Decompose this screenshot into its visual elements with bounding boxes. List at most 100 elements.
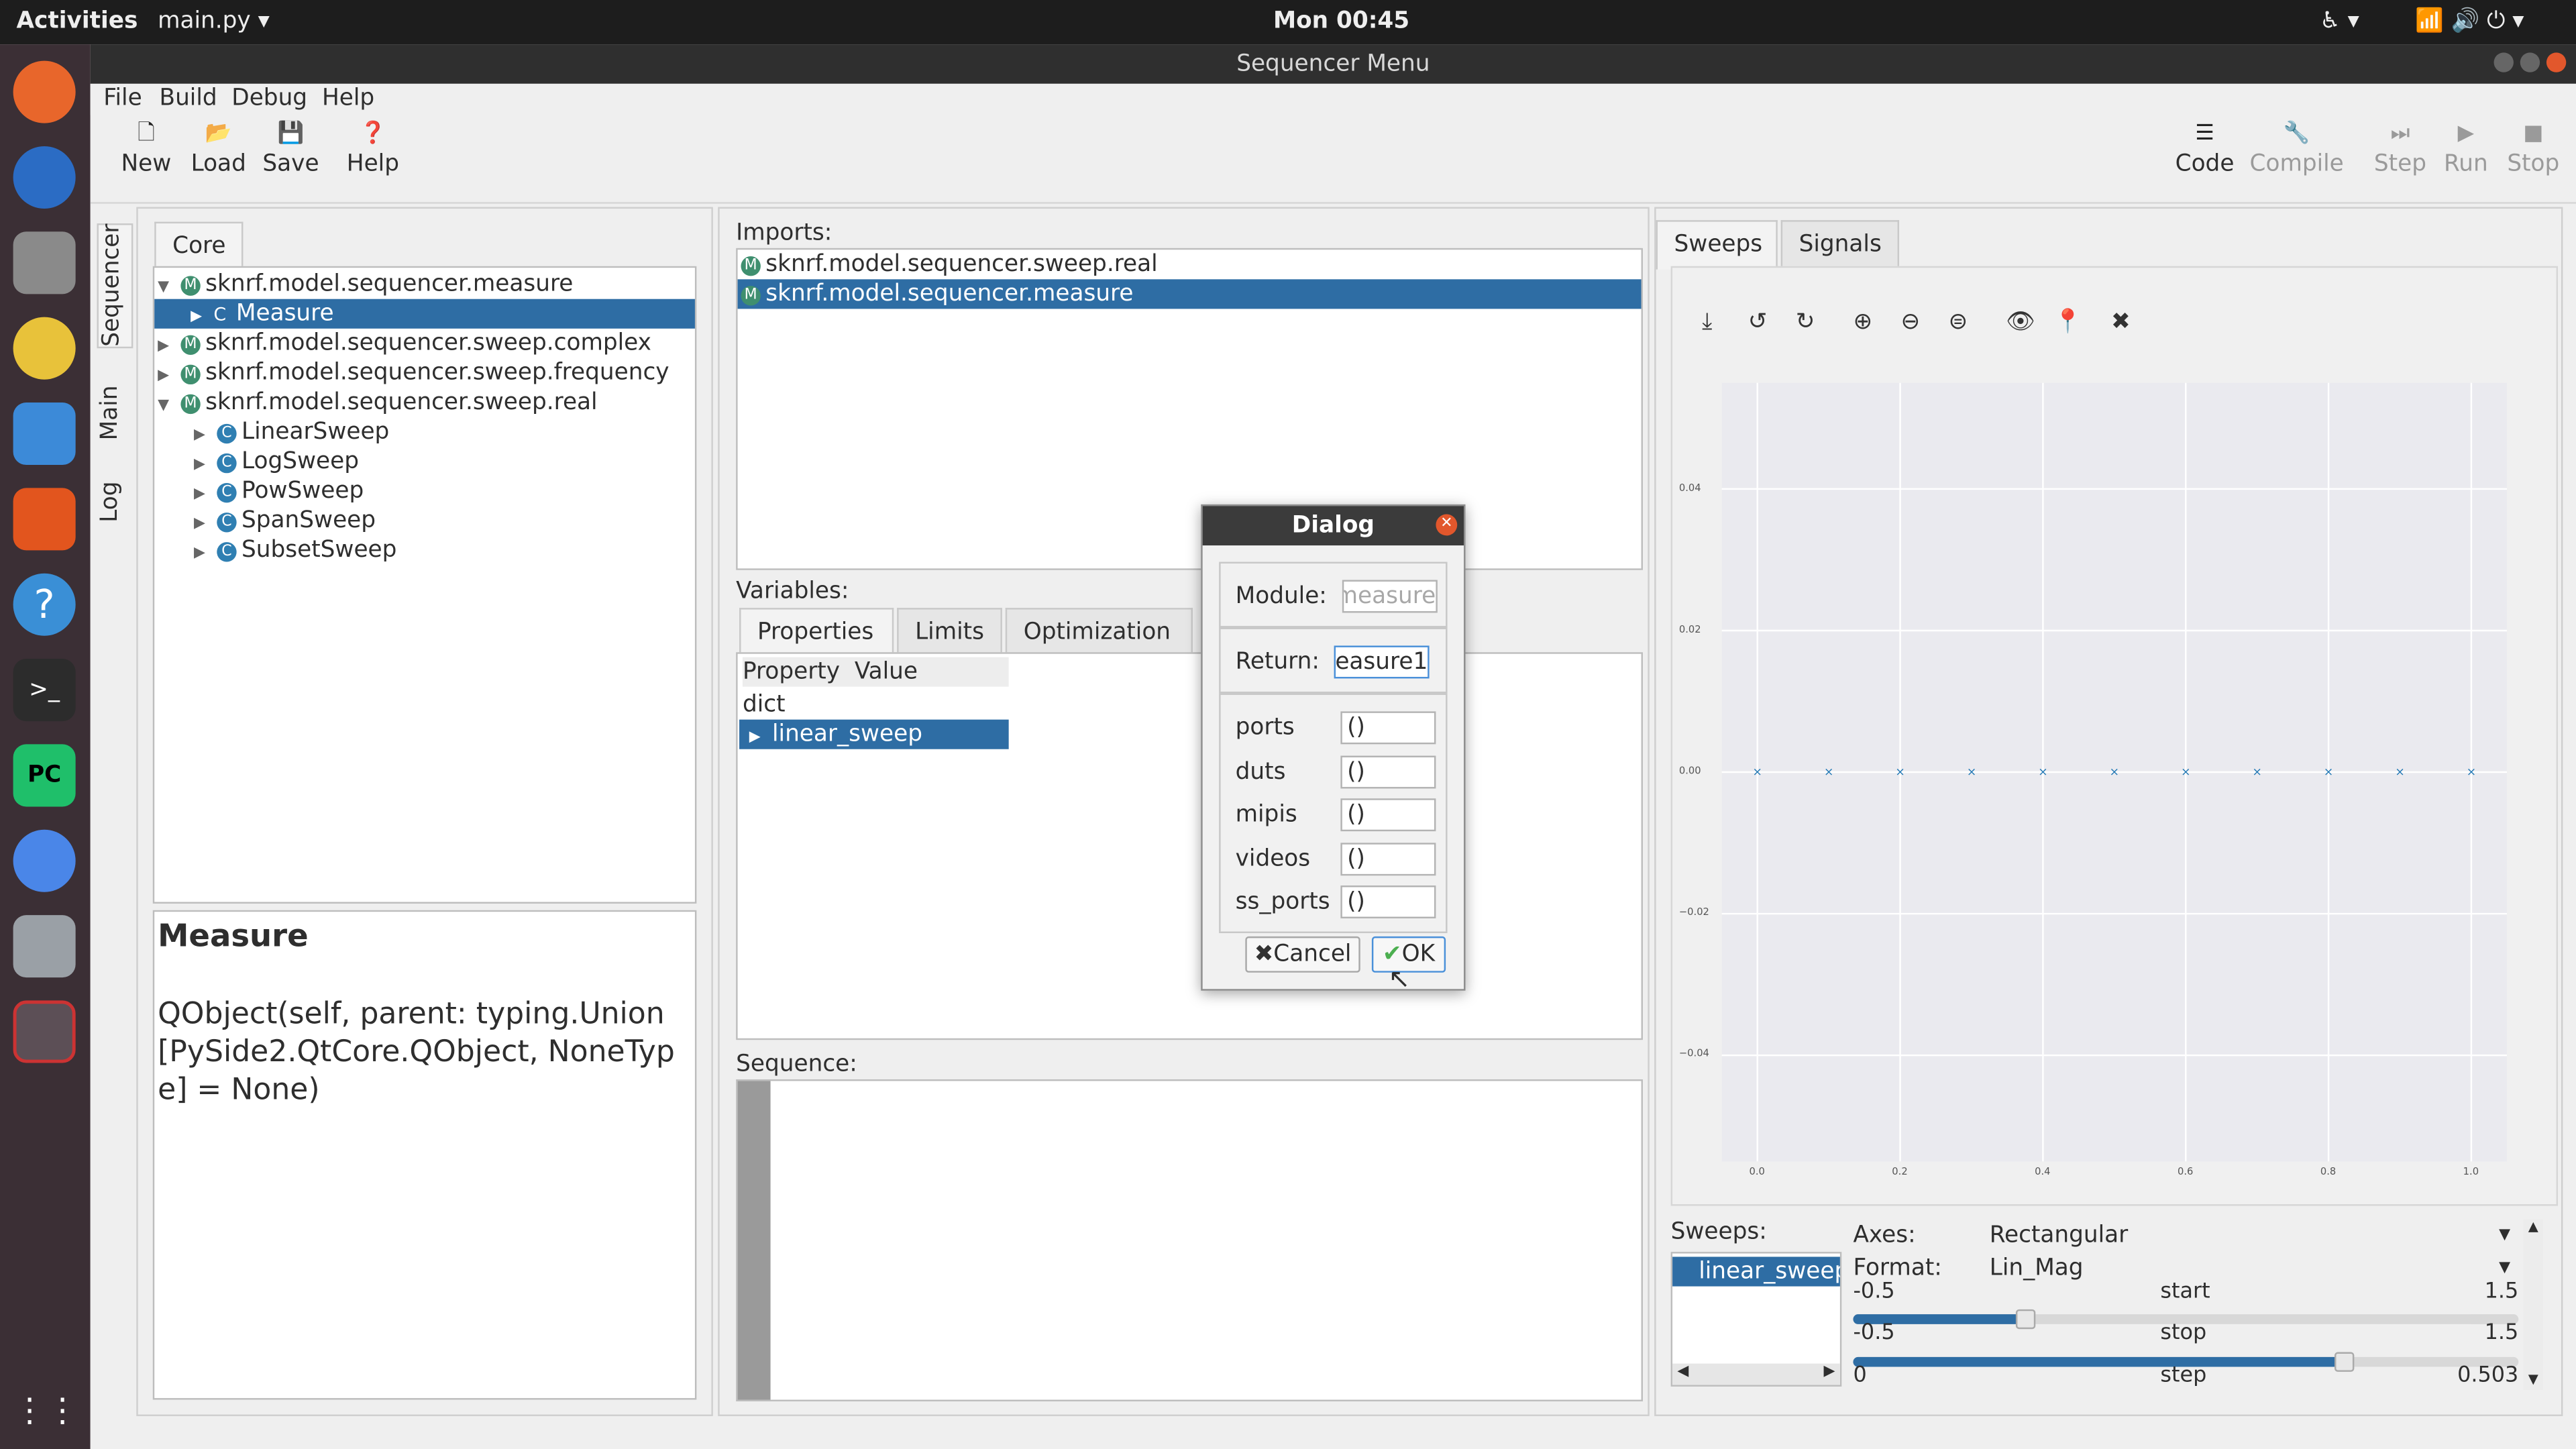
libreoffice-icon[interactable] [13, 402, 76, 466]
rhythmbox-icon[interactable] [13, 317, 76, 380]
format-select[interactable]: Lin_Mag ▼ [1990, 1254, 2520, 1283]
menu-help[interactable]: Help [322, 85, 374, 111]
sequence-editor[interactable] [736, 1079, 1643, 1401]
compile-button[interactable]: 🔧 Compile [2247, 118, 2346, 177]
property-linear-sweep[interactable]: ▶ linear_sweep [739, 719, 1009, 749]
load-button[interactable]: 📂 Load [189, 118, 248, 177]
pycharm-icon[interactable]: PC [13, 744, 76, 807]
close-window-icon[interactable] [2546, 52, 2567, 72]
tree-item-spansweep[interactable]: ▶ C SpanSweep [194, 506, 376, 535]
terminal-icon[interactable]: >_ [13, 659, 76, 722]
y-tick-label: −0.02 [1678, 907, 1709, 919]
tree-item-linearsweep[interactable]: ▶ C LinearSweep [194, 417, 389, 447]
mouse-cursor-icon: ↖ [1388, 963, 1411, 994]
show-apps-icon[interactable]: ⋮⋮⋮ [13, 1379, 112, 1441]
data-point: × [1824, 765, 1833, 779]
scroll-left-icon[interactable]: ◀ [1677, 1364, 1688, 1380]
scroll-up-icon[interactable]: ▲ [2524, 1219, 2543, 1234]
sequencer-app-icon[interactable] [13, 1000, 76, 1063]
tree-item-module-measure[interactable]: ▼ Msknrf.model.sequencer.measure [158, 270, 573, 299]
tree-item-logsweep[interactable]: ▶ C LogSweep [194, 447, 359, 476]
axes-select[interactable]: Rectangular ▼ [1990, 1221, 2520, 1250]
param-field-ss-ports[interactable]: () [1340, 885, 1436, 918]
dialog-title: Dialog [1202, 506, 1464, 546]
module-field[interactable]: measure [1342, 580, 1438, 613]
param-label-ports: ports [1235, 714, 1295, 741]
header-value: Value [854, 659, 918, 686]
import-item[interactable]: Msknrf.model.sequencer.sweep.real [738, 250, 1642, 279]
maximize-icon[interactable] [2520, 52, 2540, 72]
save-button[interactable]: 💾 Save [261, 118, 320, 177]
scroll-down-icon[interactable]: ▼ [2524, 1372, 2543, 1387]
chromium-icon[interactable] [13, 829, 76, 892]
x-tick-label: 0.4 [2035, 1166, 2051, 1178]
accessibility-icon[interactable]: ♿ ▾ [2320, 8, 2359, 34]
tab-optimization[interactable]: Optimization [1005, 608, 1193, 654]
data-point: × [1753, 765, 1762, 779]
minimize-icon[interactable] [2493, 52, 2514, 72]
return-label: Return: [1235, 649, 1320, 676]
tab-log[interactable]: Log [97, 470, 133, 532]
step-button[interactable]: ⏭ Step [2371, 118, 2430, 177]
cancel-button[interactable]: ✖Cancel [1245, 936, 1360, 973]
redo-icon[interactable]: ↻ [1796, 309, 1815, 335]
close-dialog-icon[interactable]: ✕ [1436, 514, 1458, 536]
app-menu[interactable]: main.py ▾ [158, 8, 270, 34]
tab-core[interactable]: Core [154, 221, 244, 268]
database-icon: ☰ [2195, 121, 2214, 146]
software-icon[interactable] [13, 488, 76, 551]
param-field-ports[interactable]: () [1340, 711, 1436, 745]
tab-main[interactable]: Main [97, 374, 133, 450]
param-label-videos: videos [1235, 846, 1311, 873]
menu-build[interactable]: Build [160, 85, 217, 111]
tab-limits[interactable]: Limits [897, 608, 1002, 654]
tree-item-module-sweep-frequency[interactable]: ▶ Msknrf.model.sequencer.sweep.frequency [158, 358, 669, 388]
pin-icon[interactable]: 📍 [2053, 309, 2082, 335]
return-field[interactable]: measure1 [1334, 645, 1430, 679]
help-icon[interactable]: ? [13, 573, 76, 636]
tree-item-measure[interactable]: ▶ C Measure [154, 299, 695, 329]
thunderbird-icon[interactable] [13, 146, 76, 209]
firefox-icon[interactable] [13, 60, 76, 123]
doc-body: QObject(self, parent: typing.Union[PySid… [158, 997, 675, 1108]
menu-file[interactable]: File [103, 85, 142, 111]
tab-sequencer[interactable]: Sequencer [97, 223, 133, 349]
settings-icon[interactable] [13, 915, 76, 978]
header-property[interactable]: Property Value [742, 657, 1009, 687]
save-plot-icon[interactable]: ⤓ [1702, 309, 1712, 335]
vertical-scrollbar[interactable]: ▲ ▼ [2523, 1219, 2544, 1390]
param-field-mipis[interactable]: () [1340, 798, 1436, 832]
menu-debug[interactable]: Debug [231, 85, 307, 111]
stop-button[interactable]: ■ Stop [2504, 118, 2563, 177]
tab-properties[interactable]: Properties [739, 608, 894, 654]
files-icon[interactable] [13, 231, 76, 294]
clear-icon[interactable]: ✖ [2111, 309, 2131, 335]
zoom-fit-icon[interactable]: ⊜ [1948, 309, 1968, 335]
tab-sweeps[interactable]: Sweeps [1656, 220, 1778, 270]
horizontal-scrollbar[interactable]: ◀ ▶ [1672, 1363, 1840, 1385]
tree-item-module-sweep-real[interactable]: ▼ Msknrf.model.sequencer.sweep.real [158, 388, 597, 417]
tree-item-subsetsweep[interactable]: ▶ C SubsetSweep [194, 535, 396, 565]
eye-icon[interactable]: 👁 [2006, 309, 2035, 335]
question-icon: ❓ [360, 121, 386, 146]
activities-button[interactable]: Activities [16, 8, 138, 34]
new-button[interactable]: 🗋 New [118, 118, 174, 177]
scroll-right-icon[interactable]: ▶ [1824, 1364, 1835, 1380]
tree-item-powsweep[interactable]: ▶ C PowSweep [194, 476, 364, 506]
sweep-item-linear-sweep[interactable]: linear_sweep [1672, 1256, 1840, 1287]
tab-signals[interactable]: Signals [1780, 220, 1900, 270]
system-status-icons[interactable]: 📶 🔊 ⏻ ▾ [2415, 8, 2524, 34]
clock[interactable]: Mon 00:45 [1273, 8, 1409, 34]
param-field-videos[interactable]: () [1340, 843, 1436, 876]
undo-icon[interactable]: ↺ [1748, 309, 1768, 335]
zoom-in-icon[interactable]: ⊕ [1853, 309, 1872, 335]
code-button[interactable]: ☰ Code [2172, 118, 2238, 177]
import-item[interactable]: Msknrf.model.sequencer.measure [737, 279, 1642, 309]
sweep-plot[interactable]: × × × × × × × × × × × [1721, 382, 2508, 1162]
run-button[interactable]: ▶ Run [2440, 118, 2492, 177]
y-tick-label: −0.04 [1678, 1049, 1709, 1061]
zoom-out-icon[interactable]: ⊖ [1900, 309, 1920, 335]
param-field-duts[interactable]: () [1340, 755, 1436, 789]
tree-item-module-sweep-complex[interactable]: ▶ Msknrf.model.sequencer.sweep.complex [158, 329, 651, 358]
help-button[interactable]: ❓ Help [340, 118, 406, 177]
